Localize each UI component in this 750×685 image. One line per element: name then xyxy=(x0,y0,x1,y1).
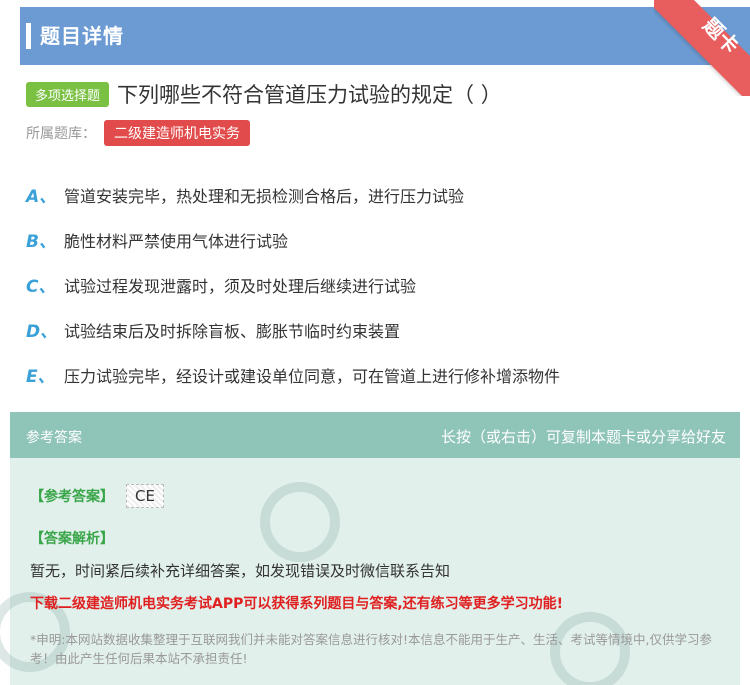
reference-answer-row: 【参考答案】 CE xyxy=(30,484,164,508)
option-letter: C、 xyxy=(26,277,56,297)
option-d[interactable]: D、 试验结束后及时拆除盲板、膨胀节临时约束装置 xyxy=(26,307,726,352)
page-title: 题目详情 xyxy=(40,24,124,48)
question-bank-row: 所属题库： 二级建造师机电实务 xyxy=(26,120,250,146)
option-a[interactable]: A、 管道安装完毕，热处理和无损检测合格后，进行压力试验 xyxy=(26,172,726,217)
share-hint: 长按（或右击）可复制本题卡或分享给好友 xyxy=(440,428,726,446)
option-e[interactable]: E、 压力试验完毕，经设计或建设单位同意，可在管道上进行修补增添物件 xyxy=(26,352,726,397)
explanation-title: 【答案解析】 xyxy=(30,531,114,547)
option-letter: E、 xyxy=(26,367,55,387)
reference-answer-title: 【参考答案】 xyxy=(30,489,114,505)
answer-header-title: 参考答案 xyxy=(26,430,82,446)
answer-header: 参考答案 长按（或右击）可复制本题卡或分享给好友 xyxy=(10,412,740,458)
option-text: 脆性材料严禁使用气体进行试验 xyxy=(64,231,289,251)
bank-name-link[interactable]: 二级建造师机电实务 xyxy=(104,120,250,146)
option-text: 管道安装完毕，热处理和无损检测合格后，进行压力试验 xyxy=(64,186,465,206)
option-letter: A、 xyxy=(26,187,57,207)
answer-section: 参考答案 长按（或右击）可复制本题卡或分享给好友 【参考答案】 CE 【答案解析… xyxy=(0,412,740,685)
option-text: 压力试验完毕，经设计或建设单位同意，可在管道上进行修补增添物件 xyxy=(64,366,561,386)
header-accent xyxy=(26,23,31,49)
disclaimer-text: *申明:本网站数据收集整理于互联网我们并未能对答案信息进行核对!本信息不能用于生… xyxy=(30,632,712,666)
reference-answer-value: CE xyxy=(126,484,164,508)
header-bar xyxy=(20,7,750,65)
options-list: A、 管道安装完毕，热处理和无损检测合格后，进行压力试验 B、 脆性材料严禁使用… xyxy=(26,172,726,397)
header: 题目详情 xyxy=(10,0,750,66)
option-text: 试验结束后及时拆除盲板、膨胀节临时约束装置 xyxy=(64,321,401,341)
watermark-logo xyxy=(260,482,340,562)
question-text: 下列哪些不符合管道压力试验的规定（ ） xyxy=(117,83,502,107)
question-type-badge: 多项选择题 xyxy=(26,81,110,107)
option-b[interactable]: B、 脆性材料严禁使用气体进行试验 xyxy=(26,217,726,262)
option-c[interactable]: C、 试验过程发现泄露时，须及时处理后继续进行试验 xyxy=(26,262,726,307)
app-download-link[interactable]: 下载二级建造师机电实务考试APP可以获得系列题目与答案,还有练习等更多学习功能! xyxy=(30,593,563,613)
option-letter: D、 xyxy=(26,322,58,342)
bank-label: 所属题库： xyxy=(26,126,96,142)
explanation-text: 暂无，时间紧后续补充详细答案，如发现错误及时微信联系告知 xyxy=(30,562,451,580)
option-letter: B、 xyxy=(26,232,56,252)
option-text: 试验过程发现泄露时，须及时处理后继续进行试验 xyxy=(64,276,417,296)
question-row: 多项选择题 下列哪些不符合管道压力试验的规定（ ） xyxy=(26,80,502,108)
corner-ribbon: 题卡 xyxy=(654,0,750,96)
